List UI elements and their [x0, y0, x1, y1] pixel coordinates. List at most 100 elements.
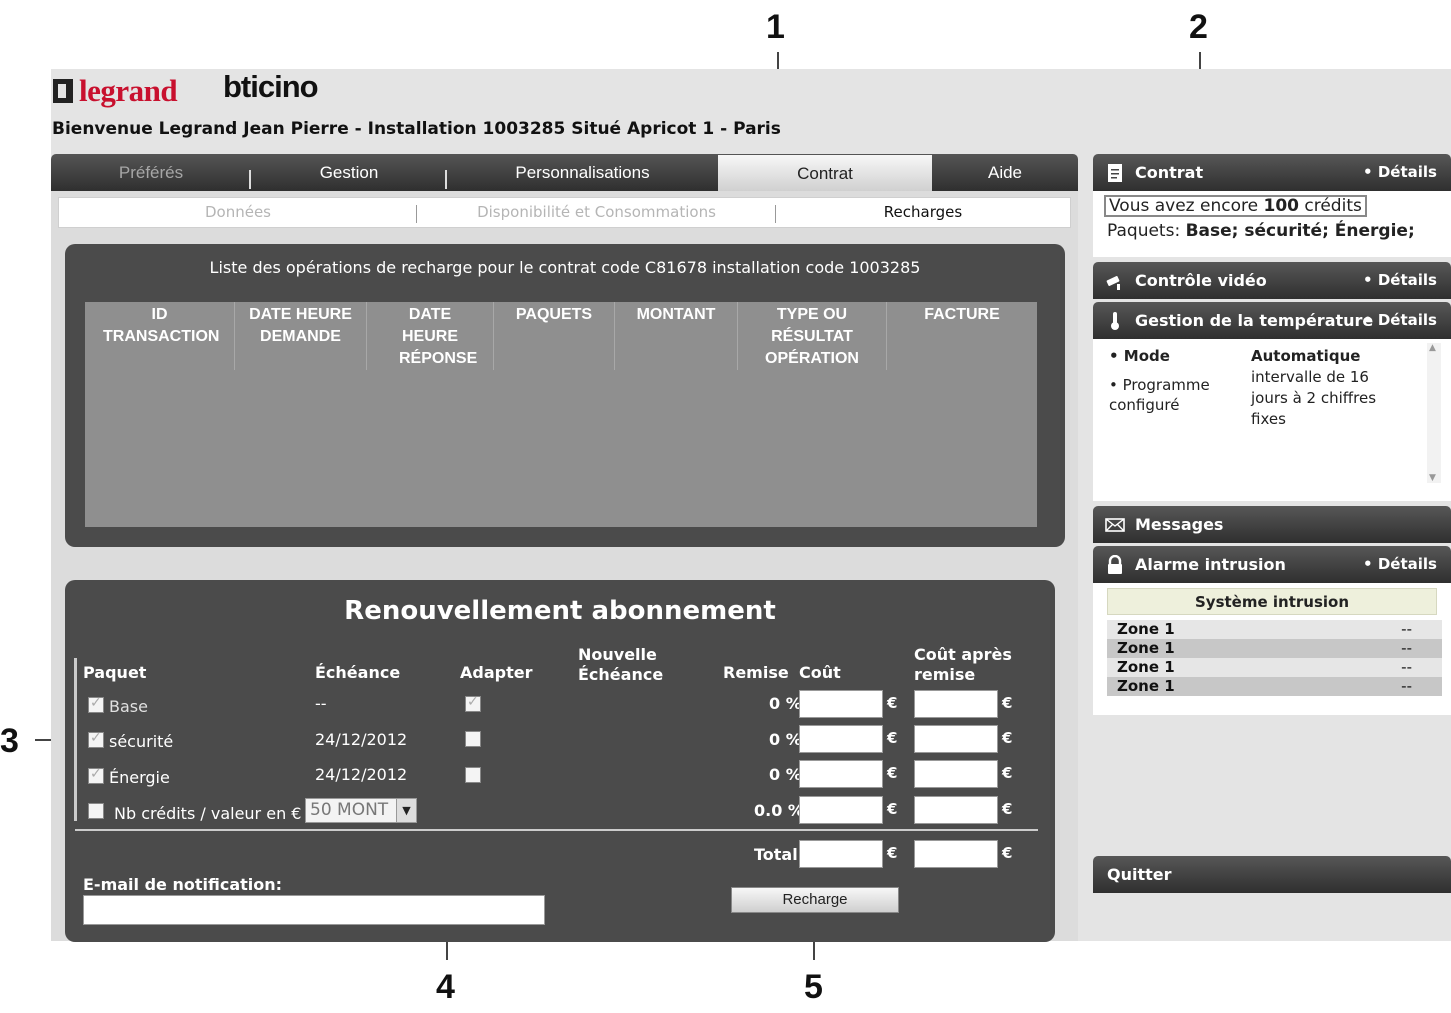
- euro-sign: €: [1002, 844, 1013, 862]
- scroll-up-icon[interactable]: ▲: [1429, 343, 1436, 353]
- header-paquet: Paquet: [83, 663, 147, 682]
- contrat-details-link[interactable]: • Détails: [1363, 154, 1437, 191]
- tab-preferes[interactable]: Préférés: [51, 154, 251, 191]
- echeance-energie: 24/12/2012: [315, 765, 408, 784]
- video-widget: Contrôle vidéo • Détails: [1093, 262, 1451, 299]
- header-echeance: Échéance: [315, 663, 401, 682]
- remise-base: 0 %: [769, 694, 802, 713]
- alarm-widget-title: Alarme intrusion: [1135, 555, 1286, 574]
- echeance-securite: 24/12/2012: [315, 730, 408, 749]
- cout-apres-input-energie[interactable]: [914, 760, 998, 788]
- callout-number-4: 4: [436, 968, 455, 1006]
- cout-apres-input-credits[interactable]: [914, 796, 998, 824]
- checkbox-credits[interactable]: [88, 803, 104, 819]
- zone-status: --: [1401, 658, 1412, 676]
- euro-sign: €: [1002, 694, 1013, 712]
- zone-row: Zone 1 --: [1107, 658, 1442, 677]
- total-label: Total: [754, 845, 798, 864]
- subtab-recharges[interactable]: Recharges: [776, 198, 1070, 227]
- credits-label: Nb crédits / valeur en €: [114, 804, 302, 823]
- checkbox-base[interactable]: [88, 695, 104, 713]
- temperature-widget: Gestion de la température • Détails • Mo…: [1093, 302, 1451, 501]
- adapter-checkbox-base[interactable]: [465, 694, 481, 712]
- intrusion-system-label: Système intrusion: [1107, 588, 1437, 615]
- euro-sign: €: [887, 729, 898, 747]
- zone-name: Zone 1: [1117, 620, 1175, 638]
- alarm-widget: Alarme intrusion • Détails Système intru…: [1093, 546, 1451, 715]
- zone-row: Zone 1 --: [1107, 639, 1442, 658]
- package-label-base: Base: [109, 697, 148, 716]
- tab-personnalisations[interactable]: Personnalisations: [447, 154, 718, 191]
- app-window: legrand bticino Bienvenue Legrand Jean P…: [51, 69, 1451, 942]
- cout-apres-input-base[interactable]: [914, 690, 998, 718]
- recharge-button[interactable]: Recharge: [731, 887, 899, 913]
- euro-sign: €: [1002, 800, 1013, 818]
- credits-select[interactable]: 50 MONT ▼: [305, 798, 417, 823]
- credits-remaining: Vous avez encore 100 crédits: [1104, 195, 1367, 217]
- col-type-resultat-operation: TYPE OU RÉSULTAT OPÉRATION: [738, 302, 887, 370]
- header-remise: Remise: [723, 663, 789, 682]
- sub-tabs: Données Disponibilité et Consommations R…: [58, 197, 1071, 228]
- contrat-widget: Contrat • Détails Vous avez encore 100 c…: [1093, 154, 1451, 257]
- cout-input-credits[interactable]: [799, 796, 883, 824]
- header-nouvelle-echeance: Nouvelle Échéance: [578, 645, 663, 685]
- email-notification-input[interactable]: [83, 895, 545, 925]
- checkbox-energie[interactable]: [88, 766, 104, 784]
- callout-number-3: 3: [0, 722, 19, 760]
- legrand-logo-text: legrand: [79, 73, 178, 108]
- zone-status: --: [1401, 620, 1412, 638]
- tab-aide[interactable]: Aide: [932, 154, 1078, 191]
- temperature-details-link[interactable]: • Détails: [1363, 302, 1437, 339]
- euro-sign: €: [1002, 764, 1013, 782]
- welcome-message: Bienvenue Legrand Jean Pierre - Installa…: [52, 119, 781, 139]
- programme-label: • Programme configuré: [1109, 376, 1210, 414]
- video-details-link[interactable]: • Détails: [1363, 262, 1437, 299]
- contract-content: Données Disponibilité et Consommations R…: [51, 191, 1078, 942]
- main-tabs: Préférés Gestion Personnalisations Contr…: [51, 154, 1078, 192]
- recharge-operations-panel: Liste des opérations de recharge pour le…: [65, 244, 1065, 547]
- total-cout-apres-input[interactable]: [914, 840, 998, 868]
- chevron-down-icon[interactable]: ▼: [396, 799, 416, 822]
- remise-securite: 0 %: [769, 730, 802, 749]
- document-icon: [1108, 164, 1122, 182]
- subtab-disponibilite-consommations[interactable]: Disponibilité et Consommations: [417, 198, 776, 227]
- package-label-energie: Énergie: [109, 768, 170, 787]
- quitter-button[interactable]: Quitter: [1093, 856, 1451, 893]
- paquets-line: Paquets: Base; sécurité; Énergie;: [1107, 221, 1415, 241]
- temperature-scrollbar[interactable]: ▲ ▼: [1427, 343, 1441, 483]
- cout-input-base[interactable]: [799, 690, 883, 718]
- temperature-widget-header: Gestion de la température • Détails: [1093, 302, 1451, 339]
- cout-input-securite[interactable]: [799, 725, 883, 753]
- renewal-title: Renouvellement abonnement: [344, 596, 776, 626]
- alarm-details-link[interactable]: • Détails: [1363, 546, 1437, 583]
- subscription-renewal-panel: Renouvellement abonnement Paquet Échéanc…: [65, 580, 1055, 942]
- cout-apres-input-securite[interactable]: [914, 725, 998, 753]
- zone-name: Zone 1: [1117, 639, 1175, 657]
- euro-sign: €: [1002, 729, 1013, 747]
- adapter-checkbox-securite[interactable]: [465, 731, 481, 747]
- programme-value: intervalle de 16 jours à 2 chiffres fixe…: [1251, 368, 1377, 428]
- checkbox-securite[interactable]: [88, 730, 104, 748]
- total-cout-input[interactable]: [799, 840, 883, 868]
- package-label-securite: sécurité: [109, 732, 174, 751]
- col-facture: FACTURE: [924, 306, 1000, 323]
- messages-widget-header[interactable]: Messages: [1093, 506, 1451, 543]
- adapter-checkbox-energie[interactable]: [465, 767, 481, 783]
- zone-name: Zone 1: [1117, 658, 1175, 676]
- cout-input-energie[interactable]: [799, 760, 883, 788]
- paquets-value: Base; sécurité; Énergie;: [1185, 221, 1415, 241]
- email-label: E-mail de notification:: [83, 875, 283, 894]
- euro-sign: €: [887, 844, 898, 862]
- quitter-label: Quitter: [1107, 865, 1172, 884]
- callout-number-1: 1: [766, 8, 785, 46]
- alarm-widget-header: Alarme intrusion • Détails: [1093, 546, 1451, 583]
- tab-gestion[interactable]: Gestion: [251, 154, 447, 191]
- euro-sign: €: [887, 694, 898, 712]
- credits-select-value: 50 MONT: [310, 800, 389, 820]
- credits-value: 100: [1263, 196, 1299, 216]
- tab-contrat[interactable]: Contrat: [718, 155, 932, 192]
- legrand-mark-icon: [53, 79, 73, 103]
- mode-value: Automatique: [1251, 347, 1361, 365]
- scroll-down-icon[interactable]: ▼: [1429, 473, 1436, 483]
- subtab-donnees[interactable]: Données: [59, 198, 417, 227]
